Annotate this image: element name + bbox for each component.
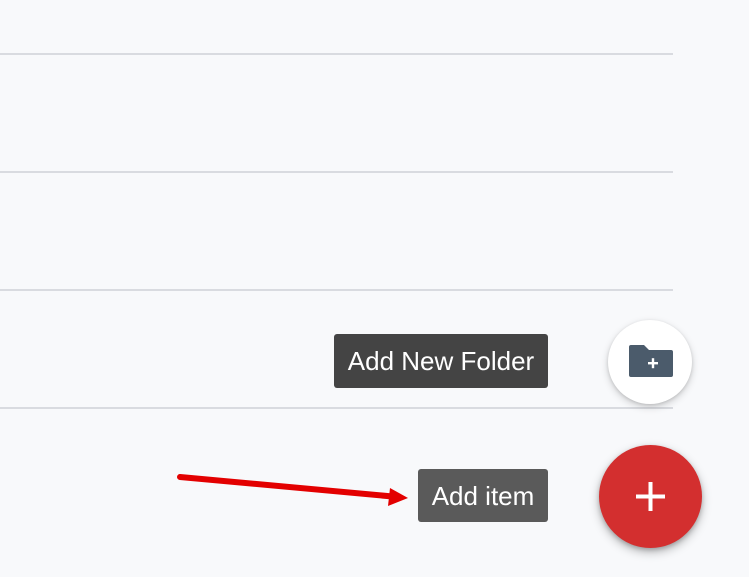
- list-row[interactable]: [0, 55, 673, 173]
- annotation-arrow: [177, 474, 408, 506]
- add-item-button[interactable]: [599, 445, 702, 548]
- add-item-tooltip: Add item: [418, 469, 548, 522]
- list-row[interactable]: [0, 0, 673, 54]
- plus-icon: [636, 482, 665, 511]
- list-row[interactable]: [0, 173, 673, 291]
- folder-plus-icon: [629, 345, 673, 377]
- add-folder-tooltip: Add New Folder: [334, 334, 548, 388]
- add-folder-button[interactable]: [608, 320, 692, 404]
